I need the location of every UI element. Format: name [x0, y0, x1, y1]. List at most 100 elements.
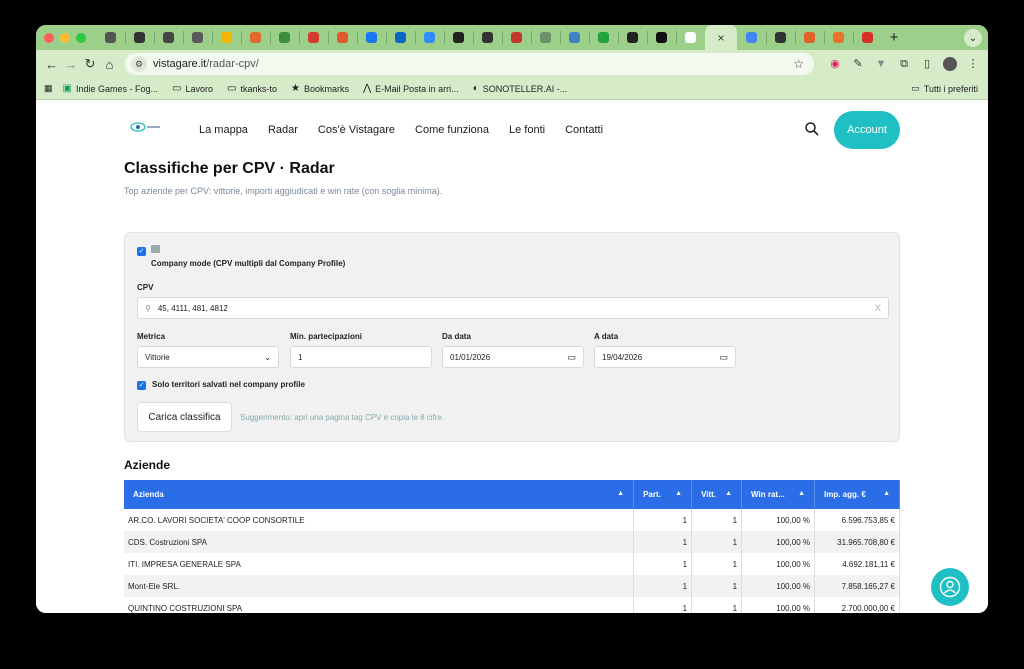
apps-grid-icon[interactable]: ▦ [44, 83, 53, 94]
browser-tab[interactable] [96, 25, 125, 50]
nav-link[interactable]: Contatti [565, 124, 603, 136]
min-participations-input[interactable]: 1 [290, 346, 432, 368]
table-row[interactable]: QUINTINO COSTRUZIONI SPA 1 1 100,00 % 2.700.… [124, 597, 900, 613]
profile-avatar-icon[interactable] [943, 57, 957, 71]
tab-favicon-icon [804, 32, 815, 43]
bookmark-item[interactable]: ◐ SONOTELLER.AI -... [473, 83, 568, 94]
browser-tab[interactable] [766, 25, 795, 50]
browser-tab[interactable] [415, 25, 444, 50]
search-icon[interactable] [804, 121, 820, 137]
account-button[interactable]: Account [834, 111, 900, 149]
browser-tab[interactable] [299, 25, 328, 50]
nav-link[interactable]: Radar [268, 124, 298, 136]
sort-icon[interactable]: ▲ [617, 490, 624, 497]
calendar-icon[interactable]: ▭ [719, 352, 728, 363]
column-header[interactable]: Win rat... ▲ [741, 480, 815, 509]
bookmark-list: ▣ Indie Games - Fog... ▭ Lavoro ▭ tkanks-to ★ B… [63, 83, 582, 94]
bookmark-item[interactable]: ▭ tkanks-to [227, 83, 277, 94]
from-date-input[interactable]: 01/01/2026 ▭ [442, 346, 584, 368]
sort-icon[interactable]: ▲ [725, 490, 732, 497]
browser-tab[interactable] [502, 25, 531, 50]
reload-button[interactable]: ↻ [83, 53, 98, 75]
url-text[interactable]: vistagare.it/radar-cpv/ [153, 58, 793, 70]
tab-favicon-icon [598, 32, 609, 43]
browser-tab[interactable] [386, 25, 415, 50]
company-mode-checkbox[interactable]: ✓ [137, 247, 146, 256]
min-participations-label: Min. partecipazioni [290, 332, 363, 341]
sort-icon[interactable]: ▲ [883, 490, 890, 497]
browser-tab[interactable] [241, 25, 270, 50]
new-tab-button[interactable]: + [882, 29, 906, 46]
forward-button[interactable]: → [63, 53, 78, 75]
sort-icon[interactable]: ▲ [798, 490, 805, 497]
browser-tab[interactable] [473, 25, 502, 50]
table-row[interactable]: ITI. IMPRESA GENERALE SPA 1 1 100,00 % 4.692… [124, 553, 900, 575]
nav-link[interactable]: La mappa [199, 124, 248, 136]
browser-tab[interactable] [183, 25, 212, 50]
other-bookmarks[interactable]: ▭ Tutti i preferiti [911, 83, 978, 94]
bookmark-item[interactable]: ★ Bookmarks [291, 83, 349, 94]
extension-filter-icon[interactable]: ▼ [874, 57, 888, 71]
tab-search-button[interactable]: ⌄ [964, 29, 982, 47]
browser-tab[interactable] [328, 25, 357, 50]
to-date-input[interactable]: 19/04/2026 ▭ [594, 346, 736, 368]
browser-tab[interactable] [737, 25, 766, 50]
min-participations-value: 1 [298, 352, 303, 362]
browser-tab[interactable] [618, 25, 647, 50]
browser-tab[interactable] [676, 25, 705, 50]
close-window-button[interactable] [44, 32, 54, 43]
column-header[interactable]: Azienda ▲ [124, 480, 635, 509]
extensions-puzzle-icon[interactable]: ⧉ [897, 57, 911, 71]
browser-tab[interactable] [154, 25, 183, 50]
nav-link[interactable]: Come funziona [415, 124, 489, 136]
tab-active[interactable]: × [705, 25, 737, 50]
browser-tab[interactable] [795, 25, 824, 50]
calendar-icon[interactable]: ▭ [567, 352, 576, 363]
nav-link[interactable]: Cos'è Vistagare [318, 124, 395, 136]
browser-tab[interactable] [357, 25, 386, 50]
tab-favicon-icon [862, 32, 873, 43]
browser-tab[interactable] [125, 25, 154, 50]
sidebar-icon[interactable]: ▯ [920, 57, 934, 71]
browser-tab[interactable] [560, 25, 589, 50]
table-row[interactable]: Mont-Ele SRL. 1 1 100,00 % 7.858.165,27 € [124, 575, 900, 597]
extension-red-icon[interactable]: ◉ [828, 57, 842, 71]
browser-tab[interactable] [444, 25, 473, 50]
close-tab-icon[interactable]: × [717, 31, 724, 45]
bookmark-item[interactable]: ▣ Indie Games - Fog... [63, 83, 159, 94]
territories-checkbox[interactable]: ✓ [137, 381, 146, 390]
sort-icon[interactable]: ▲ [675, 490, 682, 497]
browser-tab[interactable] [824, 25, 853, 50]
bookmark-star-icon[interactable]: ☆ [793, 57, 804, 71]
browser-tab[interactable] [270, 25, 299, 50]
column-header[interactable]: Vitt. ▲ [691, 480, 743, 509]
minimize-window-button[interactable] [60, 32, 70, 43]
nav-link[interactable]: Le fonti [509, 124, 545, 136]
table-row[interactable]: AR.CO. LAVORI SOCIETA' COOP CONSORTILE 1 1… [124, 509, 900, 531]
browser-tab[interactable] [853, 25, 882, 50]
browser-tab[interactable] [531, 25, 560, 50]
back-button[interactable]: ← [44, 53, 59, 75]
column-header[interactable]: Imp. agg. € ▲ [814, 480, 900, 509]
extension-pen-icon[interactable]: ✎ [851, 57, 865, 71]
metric-select[interactable]: Vittorie ⌄ [137, 346, 279, 368]
table-cell: 100,00 % [741, 509, 815, 531]
home-button[interactable]: ⌂ [102, 53, 117, 75]
address-bar[interactable]: ⚙ vistagare.it/radar-cpv/ ☆ [125, 53, 814, 75]
column-header[interactable]: Part. ▲ [633, 480, 693, 509]
bookmark-label: tkanks-to [240, 83, 277, 94]
browser-tab[interactable] [647, 25, 676, 50]
browser-menu-icon[interactable]: ⋮ [966, 57, 980, 71]
browser-tab[interactable] [589, 25, 618, 50]
browser-tab[interactable] [212, 25, 241, 50]
site-info-icon[interactable]: ⚙ [131, 56, 147, 72]
cpv-input[interactable]: ⚲ 45, 4111, 481, 4812 X [137, 297, 889, 319]
load-ranking-button[interactable]: Carica classifica [137, 402, 232, 432]
chat-button[interactable] [931, 568, 969, 606]
vistagare-logo[interactable] [130, 120, 162, 134]
clear-icon[interactable]: X [875, 303, 881, 313]
bookmark-item[interactable]: ⋀ E-Mail Posta in arri... [363, 83, 459, 94]
maximize-window-button[interactable] [76, 32, 86, 43]
table-row[interactable]: CDS. Costruzioni SPA 1 1 100,00 % 31.965.708… [124, 531, 900, 553]
bookmark-item[interactable]: ▭ Lavoro [172, 83, 213, 94]
